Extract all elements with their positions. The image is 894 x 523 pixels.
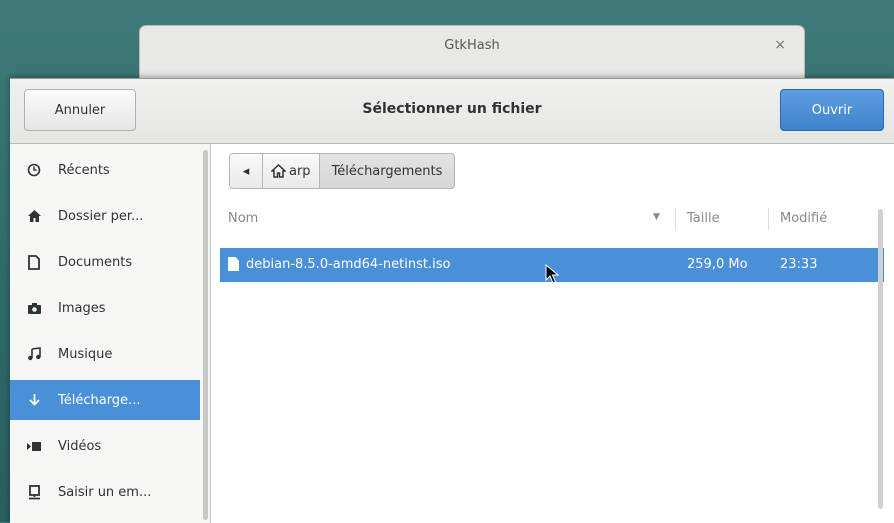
sidebar-scrollbar[interactable]: [203, 150, 208, 520]
places-sidebar: Récents Dossier per... Documents Images …: [10, 144, 211, 523]
chevron-left-icon: ◂: [242, 163, 250, 179]
column-size-header[interactable]: Taille: [687, 211, 720, 226]
sidebar-item-label: Télécharge...: [58, 392, 141, 408]
home-icon: [24, 209, 44, 223]
sidebar-item-images[interactable]: Images: [10, 288, 200, 328]
path-home-label: arp: [289, 163, 311, 179]
sidebar-item-label: Dossier per...: [58, 208, 144, 224]
file-list-header: Nom ▼ Taille Modifié: [220, 204, 884, 232]
sidebar-item-label: Musique: [58, 346, 113, 362]
sidebar-item-label: Images: [58, 300, 106, 316]
sidebar-item-label: Vidéos: [58, 438, 102, 454]
file-modified: 23:33: [780, 257, 818, 272]
clock-icon: [24, 163, 44, 177]
column-separator: [675, 208, 676, 230]
file-list-scrollbar[interactable]: [878, 209, 883, 509]
document-icon: [24, 254, 44, 270]
location-icon: [24, 484, 44, 500]
sidebar-item-label: Documents: [58, 254, 133, 270]
sidebar-item-documents[interactable]: Documents: [10, 242, 200, 282]
sidebar-item-videos[interactable]: Vidéos: [10, 426, 200, 466]
sidebar-item-music[interactable]: Musique: [10, 334, 200, 374]
sidebar-item-label: Saisir un em...: [58, 484, 152, 500]
sidebar-item-label: Récents: [58, 162, 110, 178]
dialog-title: Sélectionner un fichier: [362, 101, 542, 117]
path-back-button[interactable]: ◂: [229, 153, 263, 189]
open-button[interactable]: Ouvrir: [780, 89, 884, 131]
sidebar-item-home[interactable]: Dossier per...: [10, 196, 200, 236]
file-icon: [228, 257, 239, 271]
dialog-header-bar: Annuler Sélectionner un fichier Ouvrir: [10, 79, 894, 144]
file-chooser-dialog: Annuler Sélectionner un fichier Ouvrir R…: [10, 78, 894, 523]
file-size: 259,0 Mo: [687, 257, 748, 272]
sidebar-item-enter-location[interactable]: Saisir un em...: [10, 472, 200, 512]
path-home-button[interactable]: arp: [262, 153, 320, 189]
column-separator: [768, 208, 769, 230]
path-bar: ◂ arp Téléchargements: [229, 153, 456, 189]
sidebar-item-recents[interactable]: Récents: [10, 150, 200, 190]
video-icon: [24, 441, 44, 452]
file-name: debian-8.5.0-amd64-netinst.iso: [246, 257, 451, 272]
sort-descending-icon: ▼: [653, 212, 660, 222]
music-icon: [24, 347, 44, 361]
sidebar-item-downloads[interactable]: Télécharge...: [10, 380, 200, 420]
download-icon: [24, 393, 44, 407]
close-icon[interactable]: ×: [774, 37, 786, 53]
path-current-button[interactable]: Téléchargements: [318, 153, 456, 189]
column-modified-header[interactable]: Modifié: [780, 211, 827, 226]
gtkhash-window-title: GtkHash: [444, 38, 500, 53]
camera-icon: [24, 302, 44, 315]
home-icon: [271, 164, 286, 178]
column-name-header[interactable]: Nom: [228, 211, 258, 226]
